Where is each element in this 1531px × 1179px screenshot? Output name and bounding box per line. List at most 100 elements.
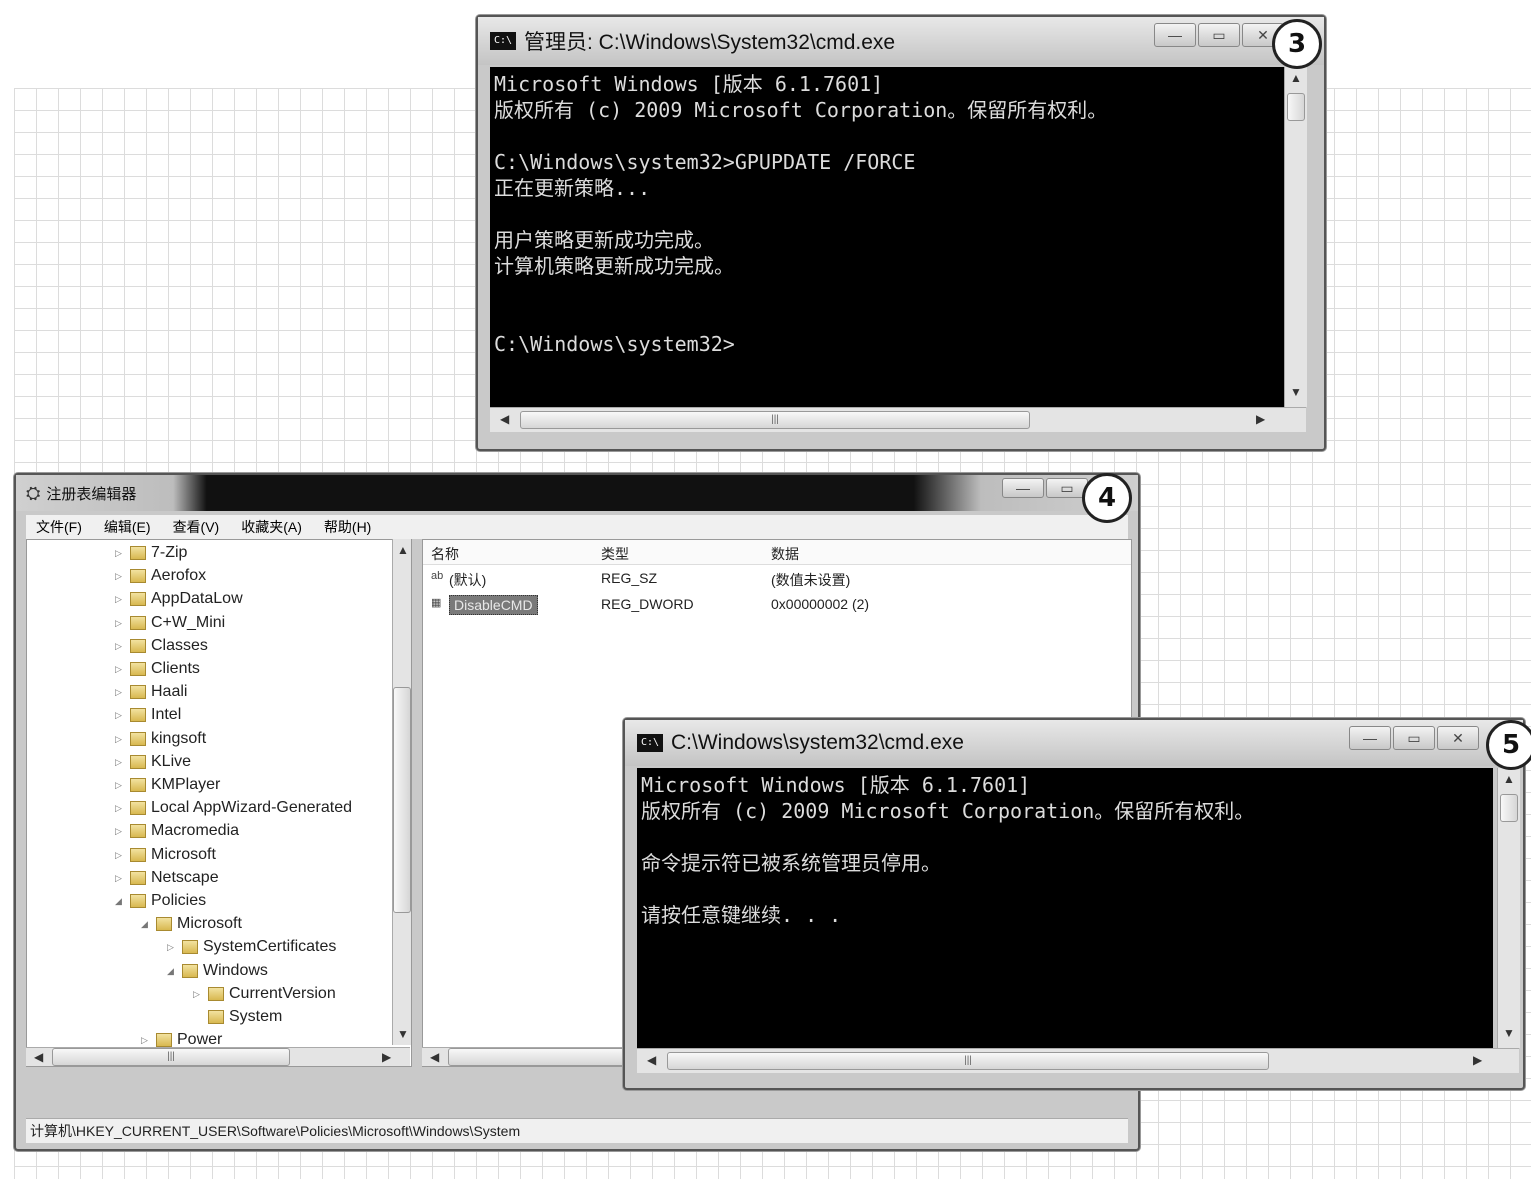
tree-item[interactable]: ▷ Clients [115,658,200,680]
expand-arrow-icon[interactable]: ▷ [115,681,125,703]
minimize-button[interactable]: — [1154,23,1196,47]
column-name[interactable]: 名称 [431,544,459,564]
column-data[interactable]: 数据 [771,544,799,564]
scroll-down-arrow-icon[interactable]: ▼ [1290,385,1302,399]
scroll-thumb[interactable] [1287,93,1305,121]
cmd-admin-console[interactable]: Microsoft Windows [版本 6.1.7601] 版权所有 (c) … [490,67,1288,415]
scroll-up-arrow-icon[interactable]: ▲ [1290,71,1302,85]
expand-arrow-icon[interactable]: ▷ [115,542,125,564]
menu-edit[interactable]: 编辑(E) [104,517,151,537]
scroll-thumb[interactable]: ||| [667,1052,1269,1070]
scroll-down-arrow-icon[interactable]: ▼ [1503,1026,1515,1040]
cmd-admin-title: 管理员: C:\Windows\System32\cmd.exe [524,31,896,54]
minimize-button[interactable]: — [1349,726,1391,750]
scroll-left-arrow-icon[interactable]: ◀ [500,412,509,426]
tree-item[interactable]: ▷ Classes [115,635,208,657]
scroll-left-arrow-icon[interactable]: ◀ [647,1053,656,1067]
tree-vertical-scrollbar[interactable]: ▲ ▼ [392,539,411,1045]
folder-icon [208,1010,224,1024]
menu-favorites[interactable]: 收藏夹(A) [241,517,302,537]
expand-arrow-icon[interactable]: ▷ [115,728,125,750]
cmd-admin-horizontal-scrollbar[interactable]: ◀ ||| ▶ [490,407,1306,432]
collapse-arrow-icon[interactable]: ◢ [141,913,151,935]
scroll-left-arrow-icon[interactable]: ◀ [430,1050,439,1064]
maximize-button[interactable]: ▭ [1198,23,1240,47]
expand-arrow-icon[interactable]: ▷ [115,751,125,773]
scroll-thumb[interactable] [1500,794,1518,822]
scroll-right-arrow-icon[interactable]: ▶ [382,1050,391,1064]
scroll-thumb[interactable]: ||| [520,411,1030,429]
tree-item[interactable]: ▷ Aerofox [115,565,206,587]
console-line: 正在更新策略... [494,176,651,200]
tree-item[interactable]: ▷ Local AppWizard-Generated [115,797,352,819]
expand-arrow-icon[interactable]: ▷ [115,797,125,819]
menu-view[interactable]: 查看(V) [173,517,220,537]
collapse-arrow-icon[interactable]: ◢ [167,960,177,982]
expand-arrow-icon[interactable]: ▷ [167,936,177,958]
folder-icon [130,778,146,792]
folder-icon [130,685,146,700]
cmd-icon: C:\ [490,32,516,50]
scroll-thumb[interactable] [393,687,411,913]
cmd-user-horizontal-scrollbar[interactable]: ◀ ||| ▶ [637,1048,1519,1073]
tree-item[interactable]: System [193,1006,282,1028]
tree-item[interactable]: ▷ Intel [115,704,181,726]
expand-arrow-icon[interactable]: ▷ [115,704,125,726]
scroll-thumb[interactable]: ||| [52,1048,290,1066]
cmd-user-vertical-scrollbar[interactable]: ▲ ▼ [1497,768,1520,1048]
tree-item[interactable]: ▷ CurrentVersion [193,983,336,1005]
registry-tree[interactable]: ▷ 7-Zip ▷ Aerofox ▷ AppDataLow ▷ C+W_Mini ▷ Class… [26,539,412,1067]
tree-item[interactable]: ▷ Macromedia [115,820,239,842]
value-row[interactable]: ab (默认) REG_SZ (数值未设置) [423,568,1131,592]
expand-arrow-icon[interactable]: ▷ [115,565,125,587]
regedit-titlebar[interactable]: ⛭ 注册表编辑器 [16,475,1138,511]
maximize-button[interactable]: ▭ [1393,726,1435,750]
collapse-arrow-icon[interactable]: ◢ [115,890,125,912]
scroll-down-arrow-icon[interactable]: ▼ [397,1027,409,1041]
minimize-button[interactable]: — [1002,478,1044,498]
tree-item[interactable]: ▷ kingsoft [115,728,206,750]
tree-item[interactable]: ◢ Policies [115,890,206,912]
menu-help[interactable]: 帮助(H) [324,517,371,537]
tree-item[interactable]: ▷ Netscape [115,867,219,889]
tree-horizontal-scrollbar[interactable]: ◀ ||| ▶ [26,1047,410,1066]
caption-buttons: — ▭ ✕ [1154,23,1284,47]
scroll-left-arrow-icon[interactable]: ◀ [34,1050,43,1064]
tree-item[interactable]: ▷ SystemCertificates [167,936,336,958]
tree-item[interactable]: ▷ Microsoft [115,844,216,866]
tree-item-label: Intel [151,706,182,724]
expand-arrow-icon[interactable]: ▷ [115,658,125,680]
scroll-up-arrow-icon[interactable]: ▲ [397,543,409,557]
scroll-up-arrow-icon[interactable]: ▲ [1503,772,1515,786]
tree-item[interactable]: ▷ 7-Zip [115,542,187,564]
tree-item[interactable]: ◢ Microsoft [141,913,242,935]
tree-item-label: kingsoft [151,729,207,747]
value-row-selected[interactable]: ▦ DisableCMD REG_DWORD 0x00000002 (2) [423,594,1131,618]
expand-arrow-icon[interactable]: ▷ [115,867,125,889]
menu-file[interactable]: 文件(F) [36,517,82,537]
expand-arrow-icon[interactable]: ▷ [115,588,125,610]
expand-arrow-icon[interactable]: ▷ [115,820,125,842]
close-button[interactable]: ✕ [1437,726,1479,750]
tree-item[interactable]: ▷ Haali [115,681,187,703]
tree-item[interactable]: ▷ C+W_Mini [115,612,225,634]
expand-arrow-icon[interactable]: ▷ [193,983,203,1005]
expand-arrow-icon[interactable]: ▷ [115,774,125,796]
scroll-right-arrow-icon[interactable]: ▶ [1473,1053,1482,1067]
values-header: 名称 类型 数据 [423,540,1131,565]
tree-item-label: AppDataLow [151,590,243,608]
tree-item[interactable]: ▷ KLive [115,751,191,773]
column-type[interactable]: 类型 [601,544,629,564]
tree-item[interactable]: ▷ AppDataLow [115,588,243,610]
tree-item[interactable]: ◢ Windows [167,960,268,982]
expand-arrow-icon[interactable]: ▷ [115,612,125,634]
scroll-right-arrow-icon[interactable]: ▶ [1256,412,1265,426]
expand-arrow-icon[interactable]: ▷ [115,635,125,657]
cmd-admin-vertical-scrollbar[interactable]: ▲ ▼ [1284,67,1307,407]
cmd-user-console[interactable]: Microsoft Windows [版本 6.1.7601] 版权所有 (c) … [637,768,1493,1056]
tree-item-label: Netscape [151,868,219,886]
tree-item[interactable]: ▷ KMPlayer [115,774,220,796]
expand-arrow-icon[interactable]: ▷ [115,844,125,866]
folder-icon [182,963,198,978]
